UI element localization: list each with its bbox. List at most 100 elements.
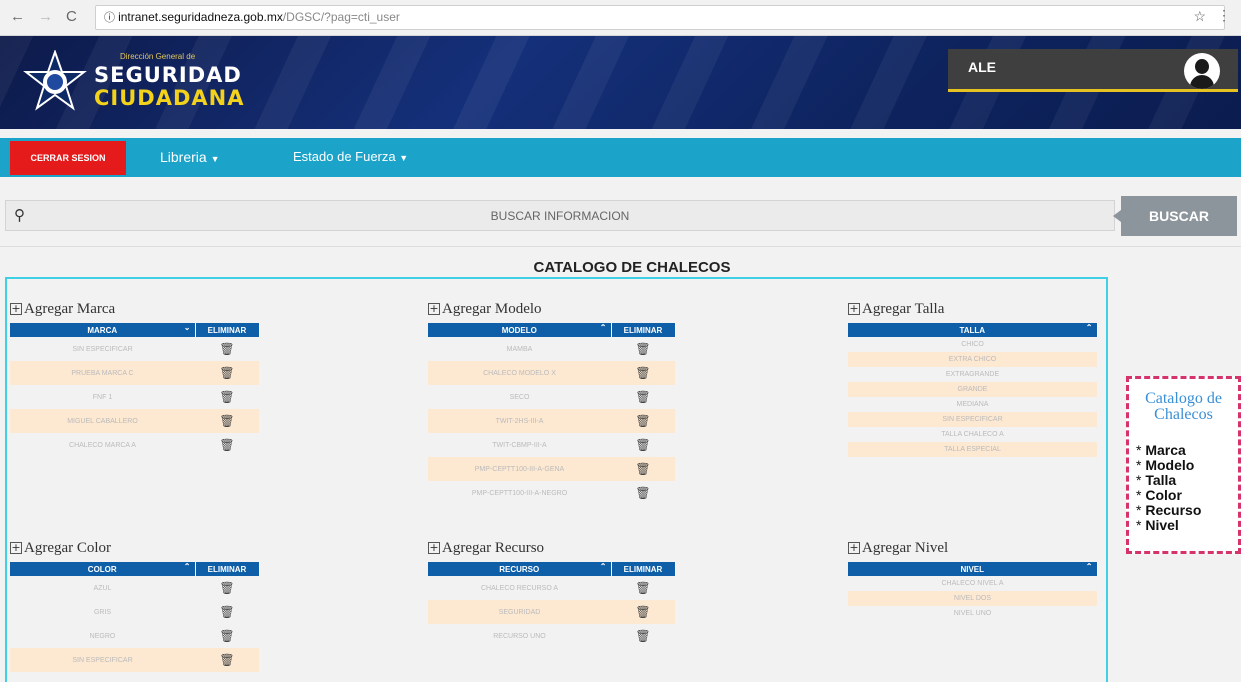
cell: MIGUEL CABALLERO (10, 409, 195, 433)
callout-list: Marca Modelo Talla Color Recurso Nivel (1136, 443, 1201, 533)
modelo-table: MODELO ⌃ ELIMINAR MAMBA 🗑 CHALECO MODELO X 🗑… (428, 323, 676, 505)
callout-title: Catalogo de Chalecos (1145, 390, 1222, 423)
table-row: RECURSO UNO 🗑 (428, 624, 675, 648)
talla-table: TALLA ⌃ CHICO EXTRA CHICO EXTRAGRANDE GRA… (848, 323, 1098, 457)
trash-icon[interactable]: 🗑 (611, 457, 675, 481)
add-recurso-link[interactable]: + Agregar Recurso (428, 540, 676, 562)
trash-icon[interactable]: 🗑 (195, 361, 259, 385)
table-row: MEDIANA (848, 397, 1097, 412)
table-row: NEGRO 🗑 (10, 624, 259, 648)
forward-icon[interactable]: → (38, 8, 53, 25)
trash-icon[interactable]: 🗑 (611, 385, 675, 409)
column-header[interactable]: MODELO ⌃ (428, 323, 612, 337)
url-path: /DGSC/?pag=cti_user (282, 10, 400, 24)
sort-icon[interactable]: ⌄ (184, 323, 191, 332)
sort-icon[interactable]: ⌃ (600, 562, 607, 571)
list-item: Color (1136, 488, 1201, 503)
sort-icon[interactable]: ⌃ (184, 562, 191, 571)
column-header[interactable]: COLOR ⌃ (10, 562, 196, 576)
cell: CHALECO RECURSO A (428, 576, 611, 600)
sort-icon[interactable]: ⌃ (1086, 323, 1093, 332)
table-row: SEGURIDAD 🗑 (428, 600, 675, 624)
plus-box-icon: + (848, 302, 860, 315)
table-row: SIN ESPECIFICAR 🗑 (10, 337, 259, 361)
marca-table: MARCA ⌄ ELIMINAR SIN ESPECIFICAR 🗑 PRUEBA M… (10, 323, 260, 457)
back-icon[interactable]: ← (10, 8, 25, 25)
delete-column-header: ELIMINAR (611, 323, 676, 337)
table-row: GRANDE (848, 382, 1097, 397)
table-row: EXTRAGRANDE (848, 367, 1097, 382)
column-header[interactable]: RECURSO ⌃ (428, 562, 612, 576)
cell: TWIT-2HS-III-A (428, 409, 611, 433)
cell: CHALECO NIVEL A (848, 576, 1097, 591)
trash-icon[interactable]: 🗑 (611, 576, 675, 600)
cell: GRIS (10, 600, 195, 624)
table-row: PMP-CEPTT100-III-A-GENA 🗑 (428, 457, 675, 481)
menu-estado-fuerza[interactable]: Estado de Fuerza ▼ (293, 149, 408, 164)
trash-icon[interactable]: 🗑 (195, 433, 259, 457)
delete-column-header: ELIMINAR (195, 323, 260, 337)
cell: PRUEBA MARCA C (10, 361, 195, 385)
trash-icon[interactable]: 🗑 (611, 361, 675, 385)
table-row: SECO 🗑 (428, 385, 675, 409)
search-button[interactable]: BUSCAR (1113, 196, 1237, 236)
trash-icon[interactable]: 🗑 (611, 481, 675, 505)
table-row: CHALECO RECURSO A 🗑 (428, 576, 675, 600)
section-talla: + Agregar Talla TALLA ⌃ CHICO EXTRA CHICO … (848, 301, 1098, 457)
table-row: TWIT-2HS-III-A 🗑 (428, 409, 675, 433)
cell: RECURSO UNO (428, 624, 611, 648)
add-nivel-link[interactable]: + Agregar Nivel (848, 540, 1098, 562)
column-header[interactable]: MARCA ⌄ (10, 323, 196, 337)
section-title: Agregar Modelo (442, 301, 542, 317)
user-name: ALE (968, 59, 996, 75)
user-avatar-icon[interactable] (1184, 53, 1220, 89)
section-title: Agregar Nivel (862, 540, 949, 556)
column-label: MODELO (501, 325, 537, 335)
trash-icon[interactable]: 🗑 (195, 600, 259, 624)
caret-down-icon: ▼ (210, 154, 220, 164)
list-item: Recurso (1136, 503, 1201, 518)
cell: AZUL (10, 576, 195, 600)
trash-icon[interactable]: 🗑 (195, 624, 259, 648)
table-row: CHALECO MODELO X 🗑 (428, 361, 675, 385)
caret-down-icon: ▼ (399, 153, 409, 163)
sort-icon[interactable]: ⌃ (1086, 562, 1093, 571)
bookmark-star-icon[interactable]: ☆ (1193, 8, 1206, 25)
add-modelo-link[interactable]: + Agregar Modelo (428, 301, 676, 323)
section-marca: + Agregar Marca MARCA ⌄ ELIMINAR SIN ESPECI… (10, 301, 260, 457)
cell: PMP-CEPTT100-III-A-GENA (428, 457, 611, 481)
column-label: COLOR (87, 564, 117, 574)
trash-icon[interactable]: 🗑 (195, 648, 259, 672)
plus-box-icon: + (10, 541, 22, 554)
column-header[interactable]: TALLA ⌃ (848, 323, 1098, 337)
trash-icon[interactable]: 🗑 (195, 385, 259, 409)
trash-icon[interactable]: 🗑 (195, 409, 259, 433)
trash-icon[interactable]: 🗑 (611, 337, 675, 361)
add-color-link[interactable]: + Agregar Color (10, 540, 260, 562)
table-row: MAMBA 🗑 (428, 337, 675, 361)
logout-button[interactable]: CERRAR SESION (10, 141, 126, 175)
list-item: Nivel (1136, 518, 1201, 533)
trash-icon[interactable]: 🗑 (195, 337, 259, 361)
cell: EXTRA CHICO (848, 352, 1097, 367)
add-marca-link[interactable]: + Agregar Marca (10, 301, 260, 323)
info-icon[interactable]: ⓘ (104, 12, 118, 24)
user-panel[interactable]: ALE (948, 49, 1238, 92)
search-input[interactable]: ⚲ BUSCAR INFORMACION (5, 200, 1115, 231)
list-item: Marca (1136, 443, 1201, 458)
trash-icon[interactable]: 🗑 (611, 624, 675, 648)
reload-icon[interactable]: C (66, 8, 77, 25)
column-header[interactable]: NIVEL ⌃ (848, 562, 1098, 576)
cell: CHALECO MODELO X (428, 361, 611, 385)
sort-icon[interactable]: ⌃ (600, 323, 607, 332)
trash-icon[interactable]: 🗑 (195, 576, 259, 600)
menu-libreria[interactable]: Libreria ▼ (160, 149, 220, 165)
trash-icon[interactable]: 🗑 (611, 409, 675, 433)
address-bar[interactable]: ⓘ intranet.seguridadneza.gob.mx/DGSC/?pa… (95, 5, 1225, 30)
cell: SIN ESPECIFICAR (10, 337, 195, 361)
recurso-table: RECURSO ⌃ ELIMINAR CHALECO RECURSO A 🗑 SEGU… (428, 562, 676, 648)
trash-icon[interactable]: 🗑 (611, 433, 675, 457)
menu-kebab-icon[interactable]: ⋮ (1217, 7, 1231, 24)
trash-icon[interactable]: 🗑 (611, 600, 675, 624)
add-talla-link[interactable]: + Agregar Talla (848, 301, 1098, 323)
